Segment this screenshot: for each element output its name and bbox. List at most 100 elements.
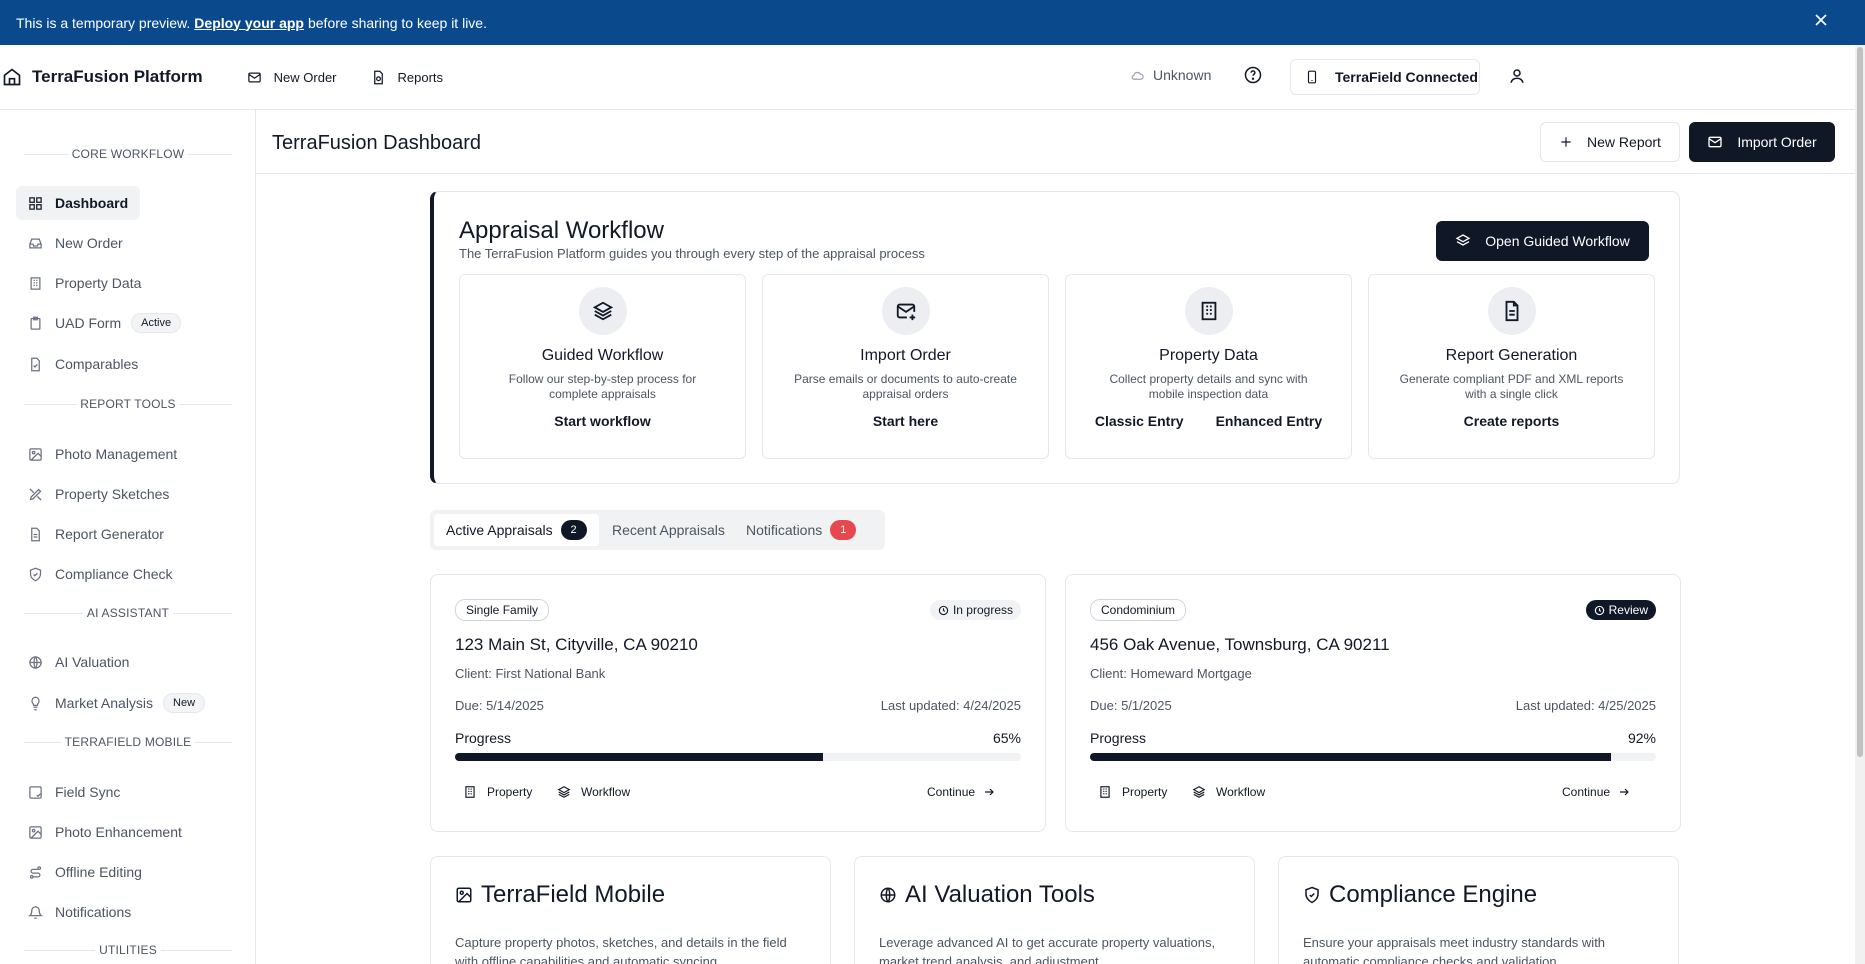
sidebar-item-label: Notifications	[55, 904, 132, 920]
workflow-button[interactable]: Workflow	[1192, 785, 1265, 799]
due-date: Due: 5/14/2025	[455, 698, 544, 713]
workflow-card-import[interactable]: Import Order Parse emails or documents t…	[762, 274, 1049, 459]
progress-label: Progress	[455, 730, 512, 746]
sidebar-item-label: Market Analysis	[55, 695, 154, 711]
sidebar-item-new-order[interactable]: New Order	[16, 226, 135, 260]
preview-banner: This is a temporary preview. Deploy your…	[0, 0, 1865, 45]
inbox-icon	[28, 236, 55, 251]
file-icon	[371, 70, 398, 85]
property-button[interactable]: Property	[1098, 785, 1167, 799]
page-title: TerraFusion Dashboard	[272, 132, 481, 154]
mail-plus-icon	[1707, 134, 1737, 150]
sidebar-item-offline-editing[interactable]: Offline Editing	[16, 855, 154, 889]
sidebar-item-property-data[interactable]: Property Data	[16, 266, 153, 300]
sidebar-section-ai-assistant: AI ASSISTANT	[24, 606, 232, 620]
property-button-label: Property	[487, 785, 533, 799]
tab-recent-appraisals[interactable]: Recent Appraisals	[600, 514, 737, 546]
connection-status: Unknown	[1130, 67, 1211, 83]
feature-desc: Leverage advanced AI to get accurate pro…	[879, 935, 1216, 964]
feature-card-compliance-engine: Compliance Engine Ensure your appraisals…	[1278, 856, 1679, 964]
classic-entry-link[interactable]: Classic Entry	[1095, 413, 1184, 429]
sidebar-item-compliance-check[interactable]: Compliance Check	[16, 557, 185, 591]
property-button[interactable]: Property	[463, 785, 532, 799]
due-date: Due: 5/1/2025	[1090, 698, 1172, 713]
import-order-button[interactable]: Import Order	[1689, 122, 1835, 162]
sidebar-section-terrafield-mobile: TERRAFIELD MOBILE	[24, 735, 232, 749]
new-report-button[interactable]: New Report	[1540, 122, 1680, 162]
sidebar-item-ai-valuation[interactable]: AI Valuation	[16, 645, 141, 679]
progress-value: 92%	[1627, 730, 1656, 746]
sidebar-item-label: Dashboard	[55, 195, 129, 211]
clipboard-icon	[28, 316, 55, 331]
sidebar-item-photo-management[interactable]: Photo Management	[16, 437, 189, 471]
layers-icon	[557, 785, 581, 799]
images-icon	[28, 447, 55, 462]
sidebar-item-uad-form[interactable]: UAD Form Active	[16, 306, 193, 340]
continue-label: Continue	[1562, 785, 1611, 799]
start-workflow-link[interactable]: Start workflow	[554, 413, 650, 429]
brand[interactable]: TerraFusion Platform	[2, 67, 203, 87]
nav-new-order[interactable]: New Order	[247, 70, 337, 85]
sidebar-item-label: Photo Enhancement	[55, 824, 182, 840]
sidebar-item-property-sketches[interactable]: Property Sketches	[16, 477, 181, 511]
sidebar: CORE WORKFLOW Dashboard New Order Proper…	[0, 110, 256, 964]
close-icon[interactable]	[1814, 13, 1828, 27]
enhanced-entry-link[interactable]: Enhanced Entry	[1216, 413, 1323, 429]
scrollbar[interactable]	[1855, 45, 1865, 964]
tab-notifications[interactable]: Notifications 1	[734, 514, 868, 546]
lightbulb-icon	[28, 696, 55, 711]
terrafield-connection-button[interactable]: TerraField Connected	[1290, 59, 1480, 95]
sidebar-section-report-tools: REPORT TOOLS	[24, 397, 232, 411]
start-here-link[interactable]: Start here	[873, 413, 938, 429]
create-reports-link[interactable]: Create reports	[1464, 413, 1560, 429]
workflow-card-report-generation[interactable]: Report Generation Generate compliant PDF…	[1368, 274, 1655, 459]
plus-icon	[1559, 135, 1587, 149]
workflow-card-guided[interactable]: Guided Workflow Follow our step-by-step …	[459, 274, 746, 459]
tab-active-appraisals[interactable]: Active Appraisals 2	[434, 514, 599, 546]
pencil-ruler-icon	[28, 487, 55, 502]
sidebar-item-report-generator[interactable]: Report Generator	[16, 517, 176, 551]
building-icon	[28, 276, 55, 291]
cloud-icon	[1130, 68, 1153, 83]
user-icon[interactable]	[1508, 67, 1526, 85]
open-guided-workflow-label: Open Guided Workflow	[1485, 233, 1630, 249]
mail-icon	[247, 70, 274, 85]
sidebar-item-comparables[interactable]: Comparables	[16, 347, 150, 381]
workflow-button[interactable]: Workflow	[557, 785, 630, 799]
feature-card-ai-valuation: AI Valuation Tools Leverage advanced AI …	[854, 856, 1255, 964]
clock-icon	[1594, 605, 1609, 616]
continue-button[interactable]: Continue	[927, 785, 1005, 799]
continue-label: Continue	[927, 785, 976, 799]
deploy-link[interactable]: Deploy your app	[194, 15, 304, 31]
tab-label: Notifications	[746, 522, 823, 538]
tab-label: Active Appraisals	[446, 522, 553, 538]
card-title: Import Order	[860, 347, 951, 364]
nav-reports[interactable]: Reports	[371, 70, 443, 85]
scrollbar-thumb[interactable]	[1857, 47, 1863, 757]
property-address: 456 Oak Avenue, Townsburg, CA 90211	[1090, 635, 1390, 654]
card-desc: Collect property details and sync with m…	[1109, 372, 1308, 401]
workflow-card-property-data[interactable]: Property Data Collect property details a…	[1065, 274, 1352, 459]
sidebar-item-dashboard[interactable]: Dashboard	[16, 186, 141, 220]
feature-title: Compliance Engine	[1303, 881, 1537, 909]
feature-title: TerraField Mobile	[455, 881, 665, 909]
top-navigation: TerraFusion Platform New Order Reports U…	[0, 45, 1855, 110]
workflow-button-label: Workflow	[581, 785, 631, 799]
clock-icon	[938, 605, 953, 616]
feature-desc: Ensure your appraisals meet industry sta…	[1303, 935, 1606, 964]
layers-icon	[1455, 233, 1485, 249]
status-text: Review	[1608, 603, 1648, 617]
help-icon[interactable]	[1244, 66, 1262, 84]
card-title: Guided Workflow	[541, 347, 664, 364]
sidebar-item-field-sync[interactable]: Field Sync	[16, 775, 132, 809]
sidebar-item-label: Report Generator	[55, 526, 164, 542]
open-guided-workflow-button[interactable]: Open Guided Workflow	[1436, 221, 1649, 261]
continue-button[interactable]: Continue	[1562, 785, 1640, 799]
layers-icon	[578, 287, 627, 335]
sidebar-item-market-analysis[interactable]: Market Analysis New	[16, 686, 217, 720]
tab-label: Recent Appraisals	[612, 522, 725, 538]
sidebar-item-notifications[interactable]: Notifications	[16, 895, 143, 929]
banner-text: This is a temporary preview.	[16, 14, 191, 31]
sidebar-item-photo-enhancement[interactable]: Photo Enhancement	[16, 815, 194, 849]
card-desc: Follow our step-by-step process for comp…	[508, 372, 697, 401]
